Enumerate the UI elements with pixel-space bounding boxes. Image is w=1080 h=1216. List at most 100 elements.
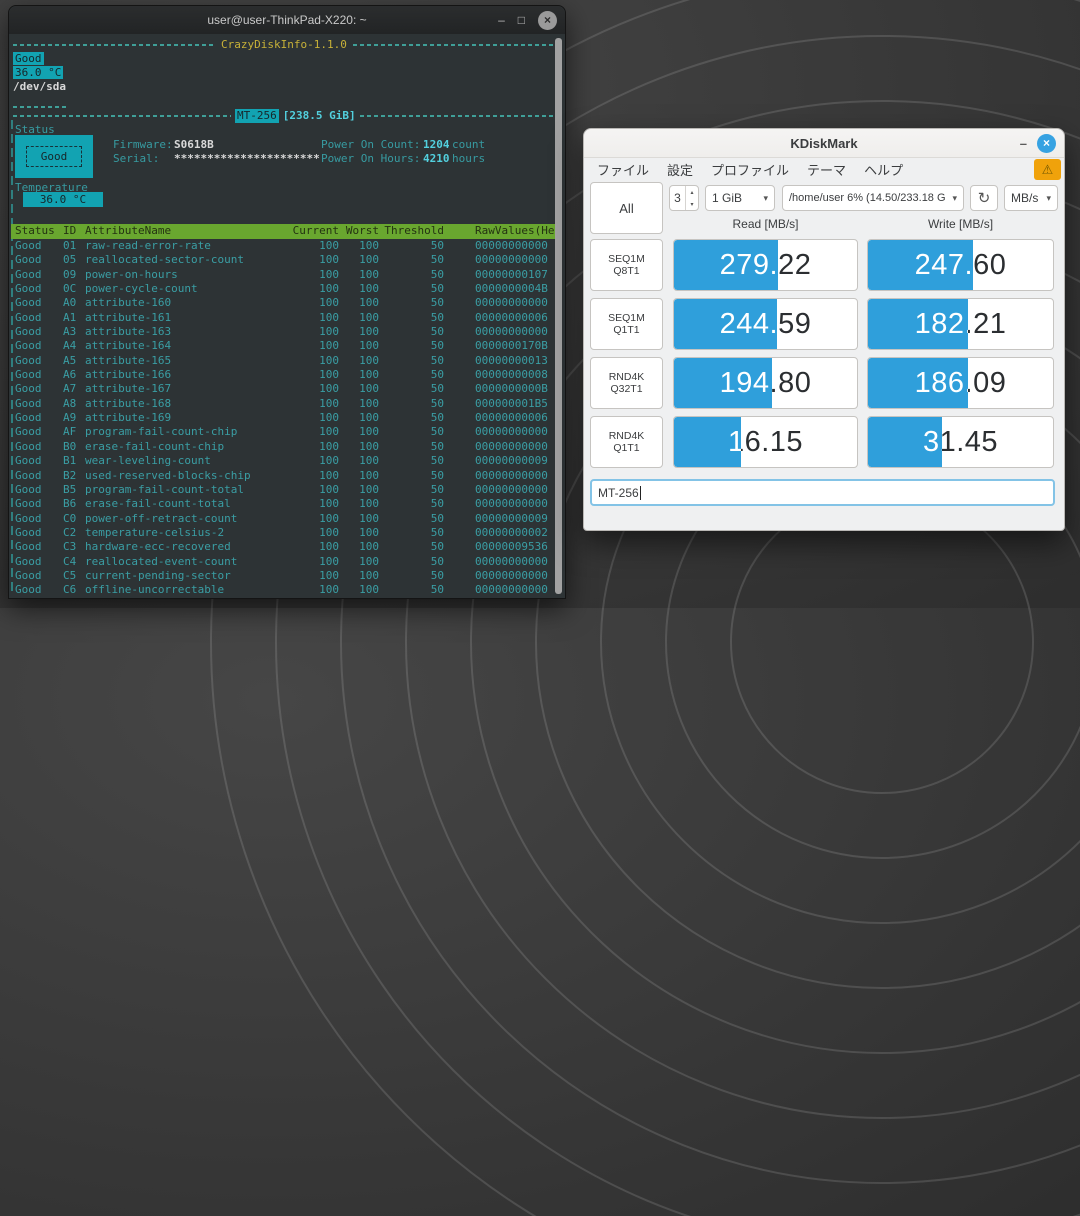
power-on-count-label: Power On Count: — [321, 138, 420, 152]
header-raw: RawValues(Hex — [444, 224, 555, 238]
terminal-window: user@user-ThinkPad-X220: ~ – □ × CrazyDi… — [8, 5, 566, 599]
table-row: Good01raw-read-error-rate100100500000000… — [11, 239, 555, 253]
table-row: GoodA4attribute-164100100500000000170B — [11, 339, 555, 353]
header-id: ID — [63, 224, 85, 238]
table-row: GoodC5current-pending-sector100100500000… — [11, 569, 555, 583]
dash-line — [13, 115, 231, 117]
bar-fill: 247.60 — [868, 240, 973, 290]
dash-line — [13, 106, 69, 108]
header-worst: Worst — [339, 224, 379, 238]
table-row: Good05reallocated-sector-count1001005000… — [11, 253, 555, 267]
table-row: Good09power-on-hours1001005000000000107 — [11, 268, 555, 282]
bar-fill: 279.22 — [674, 240, 778, 290]
menu-help[interactable]: ヘルプ — [855, 160, 912, 179]
dash-line — [353, 44, 553, 46]
bar-fill: 182.21 — [868, 299, 968, 349]
kdiskmark-title: KDiskMark — [790, 136, 857, 151]
terminal-title: user@user-ThinkPad-X220: ~ — [207, 13, 366, 27]
refresh-button[interactable]: ↻ — [970, 185, 998, 211]
loops-spinner[interactable]: 3 ▴ ▾ — [669, 185, 699, 211]
table-row: GoodB0erase-fail-count-chip1001005000000… — [11, 440, 555, 454]
all-button-label: All — [619, 201, 633, 216]
header-name: AttributeName — [85, 224, 289, 238]
dash-line — [13, 44, 215, 46]
chevron-down-icon: ▾ — [948, 193, 957, 204]
write-result-cell: 247.60 247.60 — [867, 239, 1054, 291]
minimize-icon[interactable]: – — [498, 14, 505, 26]
bar-fill: 244.59 — [674, 299, 777, 349]
maximize-icon[interactable]: □ — [518, 14, 525, 26]
menu-file[interactable]: ファイル — [588, 160, 658, 179]
table-row: GoodA6attribute-1661001005000000000008 — [11, 368, 555, 382]
benchmark-name-value: MT-256 — [598, 486, 639, 500]
power-on-hours-label: Power On Hours: — [321, 152, 420, 166]
temperature-value: 36.0 °C — [23, 192, 103, 207]
table-row: GoodAFprogram-fail-count-chip10010050000… — [11, 425, 555, 439]
disk-header-line: MT-256 [238.5 GiB] — [13, 109, 553, 123]
benchmark-name-input[interactable]: MT-256 — [590, 479, 1055, 506]
serial-value: ********************** — [174, 152, 320, 166]
close-icon[interactable]: × — [1037, 134, 1056, 153]
target-drive-value: /home/user 6% (14.50/233.18 G — [789, 192, 946, 204]
all-button[interactable]: All — [590, 182, 663, 234]
block-size-dropdown[interactable]: 1 GiB ▾ — [705, 185, 775, 211]
test-button-seq1m-q1t1[interactable]: SEQ1MQ1T1 — [590, 298, 663, 350]
table-row: GoodA0attribute-1601001005000000000000 — [11, 296, 555, 310]
block-size-value: 1 GiB — [712, 191, 742, 205]
spin-up-icon[interactable]: ▴ — [686, 186, 698, 198]
text-cursor — [640, 486, 641, 500]
bar-fill: 31.45 — [868, 417, 942, 467]
table-row: GoodA1attribute-1611001005000000000006 — [11, 311, 555, 325]
disk-size: [238.5 GiB] — [283, 109, 356, 123]
app-title-line: CrazyDiskInfo-1.1.0 — [13, 38, 553, 52]
kdiskmark-titlebar[interactable]: KDiskMark – × — [584, 129, 1064, 158]
spin-down-icon[interactable]: ▾ — [686, 198, 698, 210]
menu-profile[interactable]: プロファイル — [702, 160, 798, 179]
target-drive-dropdown[interactable]: /home/user 6% (14.50/233.18 G ▾ — [782, 185, 964, 211]
bar-fill: 16.15 — [674, 417, 741, 467]
read-result-cell: 194.80 194.80 — [673, 357, 858, 409]
firmware-value: S0618B — [174, 138, 214, 152]
table-row: GoodC3hardware-ecc-recovered100100500000… — [11, 540, 555, 554]
loops-value: 3 — [670, 186, 685, 210]
table-row: GoodB6erase-fail-count-total100100500000… — [11, 497, 555, 511]
table-row: GoodC6offline-uncorrectable1001005000000… — [11, 583, 555, 597]
test-button-rnd4k-q32t1[interactable]: RND4KQ32T1 — [590, 357, 663, 409]
test-button-seq1m-q8t1[interactable]: SEQ1MQ8T1 — [590, 239, 663, 291]
chevron-down-icon: ▾ — [759, 193, 768, 204]
read-result-cell: 279.22 279.22 — [673, 239, 858, 291]
dash-line — [360, 115, 553, 117]
power-on-hours-unit: hours — [452, 152, 485, 166]
unit-dropdown[interactable]: MB/s ▾ — [1004, 185, 1058, 211]
menu-theme[interactable]: テーマ — [798, 160, 855, 179]
chevron-down-icon: ▾ — [1042, 193, 1051, 204]
table-row: GoodA9attribute-1691001005000000000006 — [11, 411, 555, 425]
table-row: GoodC4reallocated-event-count10010050000… — [11, 555, 555, 569]
read-result-cell: 16.15 16.15 — [673, 416, 858, 468]
header-status: Status — [11, 224, 63, 238]
terminal-titlebar[interactable]: user@user-ThinkPad-X220: ~ – □ × — [9, 6, 565, 34]
health-status-box: Good — [15, 135, 93, 178]
warning-icon: ⚠ — [1042, 162, 1054, 178]
table-row: GoodB1wear-leveling-count100100500000000… — [11, 454, 555, 468]
smart-table-rows: Good01raw-read-error-rate100100500000000… — [11, 239, 555, 598]
firmware-label: Firmware: — [113, 138, 173, 152]
terminal-scrollbar[interactable] — [555, 38, 562, 594]
menubar: ファイル 設定 プロファイル テーマ ヘルプ ⚠ — [584, 157, 1064, 182]
minimize-icon[interactable]: – — [1020, 136, 1027, 151]
bar-fill: 194.80 — [674, 358, 772, 408]
close-icon[interactable]: × — [538, 11, 557, 30]
warning-button[interactable]: ⚠ — [1034, 159, 1061, 180]
test-button-rnd4k-q1t1[interactable]: RND4KQ1T1 — [590, 416, 663, 468]
wallpaper-ring — [730, 490, 1034, 794]
kdiskmark-window: KDiskMark – × ファイル 設定 プロファイル テーマ ヘルプ ⚠ A… — [583, 128, 1065, 531]
write-result-cell: 186.09 186.09 — [867, 357, 1054, 409]
table-row: GoodA5attribute-1651001005000000000013 — [11, 354, 555, 368]
header-current: Current — [289, 224, 339, 238]
smart-table-header: Status ID AttributeName Current Worst Th… — [11, 224, 555, 239]
power-on-count-value: 1204 — [423, 138, 450, 152]
menu-settings[interactable]: 設定 — [658, 160, 702, 179]
refresh-icon: ↻ — [978, 189, 991, 207]
overview-health[interactable]: Good — [13, 52, 44, 65]
power-on-count-unit: count — [452, 138, 485, 152]
